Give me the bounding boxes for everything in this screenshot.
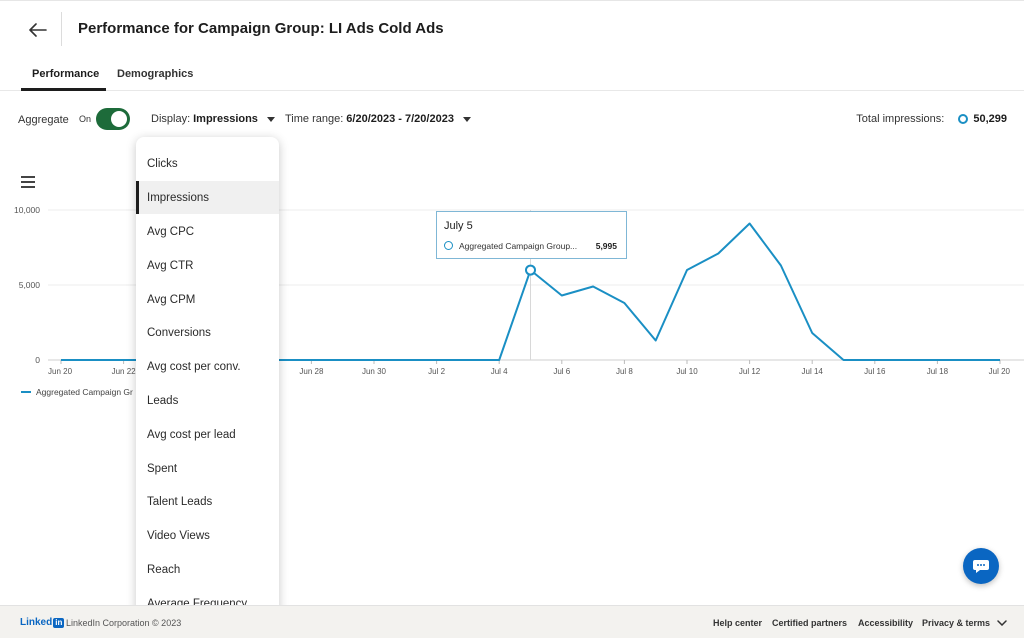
page-header: Performance for Campaign Group: LI Ads C… (0, 0, 1024, 58)
menu-item-avg-cpc[interactable]: Avg CPC (136, 215, 279, 248)
x-tick-label: Jul 6 (553, 367, 570, 376)
y-tick-label: 10,000 (14, 205, 40, 215)
x-tick-label: Jul 18 (927, 367, 949, 376)
menu-item-spent[interactable]: Spent (136, 452, 279, 485)
display-dropdown[interactable]: Display: Impressions (151, 113, 275, 125)
x-tick-label: Jun 22 (112, 367, 137, 376)
tooltip-date: July 5 (444, 220, 473, 232)
active-tab-indicator (21, 88, 106, 91)
chart-menu-icon[interactable] (21, 176, 35, 188)
x-tick-label: Jul 8 (616, 367, 633, 376)
menu-item-impressions[interactable]: Impressions (136, 181, 279, 214)
tooltip-series-name: Aggregated Campaign Group... (459, 241, 578, 251)
total-impressions: Total impressions: 50,299 (856, 113, 1007, 125)
tooltip-value: 5,995 (595, 241, 617, 251)
copyright-text: LinkedIn Corporation © 2023 (66, 618, 182, 628)
footer-link-privacy-terms[interactable]: Privacy & terms (922, 618, 1007, 628)
legend-label: Aggregated Campaign Gr (36, 387, 133, 397)
time-range-value: 6/20/2023 - 7/20/2023 (346, 113, 454, 125)
footer-link-accessibility[interactable]: Accessibility (858, 618, 913, 628)
x-tick-label: Jul 4 (491, 367, 508, 376)
chart-tooltip: July 5 Aggregated Campaign Group... 5,99… (436, 211, 627, 259)
privacy-terms-label: Privacy & terms (922, 618, 991, 628)
menu-item-avg-cost-per-lead[interactable]: Avg cost per lead (136, 418, 279, 451)
tab-demographics[interactable]: Demographics (117, 68, 193, 80)
toggle-knob (111, 111, 127, 127)
x-tick-label: Jul 16 (864, 367, 886, 376)
chart-legend[interactable]: Aggregated Campaign Gr (21, 387, 133, 397)
legend-line-icon (21, 391, 31, 393)
back-button[interactable] (22, 14, 54, 46)
display-metric-menu: Clicks Impressions Avg CPC Avg CTR Avg C… (136, 137, 279, 629)
arrow-left-icon (29, 23, 47, 37)
controls-bar: Aggregate On Display: Impressions Time r… (0, 104, 1024, 136)
x-tick-label: Jun 30 (362, 367, 387, 376)
caret-down-icon (462, 116, 471, 122)
y-tick-label: 0 (35, 355, 40, 365)
footer-link-certified-partners[interactable]: Certified partners (772, 618, 847, 628)
tab-performance[interactable]: Performance (32, 68, 99, 80)
x-tick-label: Jul 10 (676, 367, 698, 376)
x-tick-label: Jul 12 (739, 367, 761, 376)
linkedin-logo[interactable]: Linked in (20, 617, 65, 628)
footer: Linked in LinkedIn Corporation © 2023 He… (0, 605, 1024, 638)
header-divider (61, 12, 62, 46)
logo-in: in (53, 617, 65, 628)
aggregate-toggle[interactable] (96, 108, 130, 130)
time-range-dropdown[interactable]: Time range: 6/20/2023 - 7/20/2023 (285, 113, 471, 125)
x-tick-label: Jul 14 (802, 367, 824, 376)
x-tick-label: Jun 28 (299, 367, 324, 376)
logo-text: Linked (20, 617, 53, 628)
total-label: Total impressions: (856, 113, 945, 125)
tab-bar: Performance Demographics (0, 58, 1024, 91)
chevron-down-icon (996, 620, 1007, 627)
series-circle-icon (444, 241, 453, 250)
highlight-point (525, 264, 536, 276)
total-value: 50,299 (973, 113, 1007, 125)
series-circle-icon (958, 114, 969, 124)
menu-item-video-views[interactable]: Video Views (136, 519, 279, 552)
menu-item-leads[interactable]: Leads (136, 384, 279, 417)
page-title: Performance for Campaign Group: LI Ads C… (78, 20, 444, 37)
time-range-prefix: Time range: (285, 113, 344, 125)
y-tick-label: 5,000 (19, 280, 41, 290)
x-tick-label: Jun 20 (48, 367, 73, 376)
aggregate-label: Aggregate (18, 114, 69, 126)
x-tick-label: Jul 20 (989, 367, 1011, 376)
menu-item-avg-ctr[interactable]: Avg CTR (136, 249, 279, 282)
x-tick-label: Jul 2 (428, 367, 445, 376)
menu-item-avg-cpm[interactable]: Avg CPM (136, 283, 279, 316)
chat-button[interactable] (963, 548, 999, 584)
display-value: Impressions (193, 113, 258, 125)
menu-item-avg-cost-per-conv[interactable]: Avg cost per conv. (136, 350, 279, 383)
toggle-state-label: On (79, 114, 92, 124)
footer-link-help-center[interactable]: Help center (713, 618, 762, 628)
caret-down-icon (266, 116, 275, 122)
menu-item-reach[interactable]: Reach (136, 553, 279, 586)
display-prefix: Display: (151, 113, 191, 125)
menu-item-conversions[interactable]: Conversions (136, 316, 279, 349)
chat-bubble-icon (973, 560, 989, 573)
menu-item-talent-leads[interactable]: Talent Leads (136, 485, 279, 518)
menu-item-clicks[interactable]: Clicks (136, 147, 279, 180)
